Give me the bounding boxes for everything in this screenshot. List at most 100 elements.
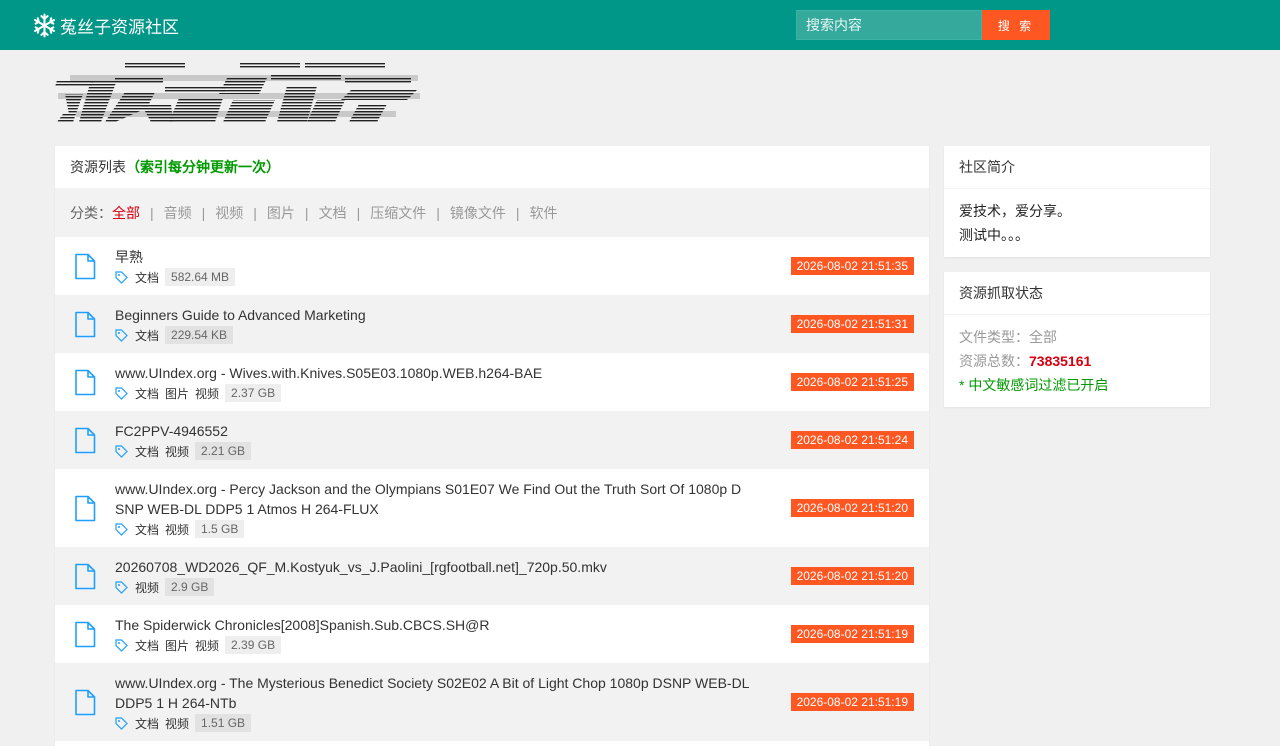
- file-type-tag: 图片: [165, 386, 190, 401]
- resource-title-link[interactable]: FC2PPV-4946552: [115, 421, 749, 441]
- file-type-tag: 文档: [135, 638, 160, 653]
- file-type-tag: 视频: [195, 386, 220, 401]
- file-type-tag: 视频: [135, 580, 160, 595]
- category-all[interactable]: 全部: [112, 203, 140, 223]
- resource-list: 早熟 文档 582.64 MB 2026-08-02 21:51:35 Begi…: [55, 237, 929, 741]
- top-bar: 菟丝子资源社区 搜 索: [0, 0, 1280, 50]
- file-type-tag: 文档: [135, 270, 160, 285]
- resource-list-header: 资源列表（索引每分钟更新一次）: [55, 146, 929, 189]
- intro-line: 测试中。。。: [959, 227, 1029, 243]
- total-count: 73835161: [1029, 353, 1092, 369]
- date-badge: 2026-08-02 21:51:19: [790, 625, 914, 643]
- crawl-status-title: 资源抓取状态: [944, 272, 1210, 315]
- resource-meta: 文档 视频 1.51 GB: [115, 713, 749, 733]
- resource-title-link[interactable]: www.UIndex.org - Wives.with.Knives.S05E0…: [115, 363, 749, 383]
- file-size-badge: 1.51 GB: [195, 714, 252, 732]
- tag-icon: [115, 522, 128, 536]
- resource-meta: 文档 视频 2.21 GB: [115, 441, 749, 461]
- file-icon: [75, 689, 96, 716]
- resource-meta: 文档 582.64 MB: [115, 267, 749, 287]
- site-name: 菟丝子资源社区: [60, 17, 179, 37]
- tag-icon: [115, 716, 128, 730]
- crawl-status-panel: 资源抓取状态 文件类型：全部 资源总数：73835161 * 中文敏感词过滤已开…: [944, 272, 1210, 407]
- resource-meta: 文档 视频 1.5 GB: [115, 519, 749, 539]
- resource-item: 20260708_WD2026_QF_M.Kostyuk_vs_J.Paolin…: [55, 547, 929, 605]
- resource-title-link[interactable]: Beginners Guide to Advanced Marketing: [115, 305, 749, 325]
- total-label: 资源总数：: [959, 353, 1029, 369]
- file-type-label: 文件类型：: [959, 329, 1029, 345]
- resource-title-link[interactable]: The Spiderwick Chronicles[2008]Spanish.S…: [115, 615, 749, 635]
- date-badge: 2026-08-02 21:51:20: [790, 567, 914, 585]
- date-badge: 2026-08-02 21:51:24: [790, 431, 914, 449]
- file-type-tag: 视频: [195, 638, 220, 653]
- file-type-tag: 文档: [135, 522, 160, 537]
- separator: |: [356, 205, 361, 221]
- resource-meta: 文档 图片 视频 2.37 GB: [115, 383, 749, 403]
- resource-item: The Spiderwick Chronicles[2008]Spanish.S…: [55, 605, 929, 663]
- tag-icon: [115, 386, 128, 400]
- file-icon: [75, 369, 96, 396]
- search-input[interactable]: [796, 10, 982, 40]
- resource-item: www.UIndex.org - Percy Jackson and the O…: [55, 469, 929, 547]
- file-type-tag: 文档: [135, 716, 160, 731]
- separator: |: [436, 205, 440, 221]
- community-intro-panel: 社区简介 爱技术，爱分享。 测试中。。。: [944, 146, 1210, 257]
- resource-title-link[interactable]: www.UIndex.org - Percy Jackson and the O…: [115, 479, 749, 519]
- file-type-tag: 文档: [135, 444, 160, 459]
- update-notice: （索引每分钟更新一次）: [126, 159, 280, 175]
- resource-item: FC2PPV-4946552 文档 视频 2.21 GB 2026-08-02 …: [55, 411, 929, 469]
- file-type-value: 全部: [1029, 329, 1057, 345]
- file-type-line: 文件类型：全部: [959, 325, 1195, 349]
- community-intro-body: 爱技术，爱分享。 测试中。。。: [944, 189, 1210, 257]
- resource-title-link[interactable]: 20260708_WD2026_QF_M.Kostyuk_vs_J.Paolin…: [115, 557, 749, 577]
- file-type-tag: 文档: [135, 328, 160, 343]
- resource-item: 早熟 文档 582.64 MB 2026-08-02 21:51:35: [55, 237, 929, 295]
- file-icon: [75, 253, 96, 280]
- site-logo-link[interactable]: 菟丝子资源社区: [32, 12, 179, 38]
- file-icon: [75, 621, 96, 648]
- resource-item: Beginners Guide to Advanced Marketing 文档…: [55, 295, 929, 353]
- file-type-tag: 视频: [165, 522, 190, 537]
- resource-meta: 视频 2.9 GB: [115, 577, 749, 597]
- file-icon: [75, 563, 96, 590]
- date-badge: 2026-08-02 21:51:31: [790, 315, 914, 333]
- file-size-badge: 229.54 KB: [165, 326, 234, 344]
- resource-title-link[interactable]: 早熟: [115, 247, 749, 267]
- category-archive[interactable]: 压缩文件: [370, 203, 426, 223]
- tag-icon: [115, 270, 128, 284]
- file-type-tag: 图片: [165, 638, 190, 653]
- date-badge: 2026-08-02 21:51:20: [790, 499, 914, 517]
- resource-meta: 文档 229.54 KB: [115, 325, 749, 345]
- resource-title-link[interactable]: www.UIndex.org - The Mysterious Benedict…: [115, 673, 749, 713]
- search-button[interactable]: 搜 索: [982, 10, 1050, 40]
- file-size-badge: 582.64 MB: [165, 268, 236, 286]
- file-icon: [75, 427, 96, 454]
- total-line: 资源总数：73835161: [959, 349, 1195, 373]
- resource-item: www.UIndex.org - Wives.with.Knives.S05E0…: [55, 353, 929, 411]
- category-image[interactable]: 图片: [267, 203, 295, 223]
- category-software[interactable]: 软件: [529, 203, 557, 223]
- separator: |: [253, 205, 257, 221]
- category-video[interactable]: 视频: [215, 203, 243, 223]
- file-size-badge: 2.9 GB: [165, 578, 215, 596]
- file-icon: [75, 495, 96, 522]
- separator: |: [304, 205, 309, 221]
- file-size-badge: 2.39 GB: [225, 636, 282, 654]
- site-banner-logo: [55, 63, 420, 122]
- category-audio[interactable]: 音频: [164, 203, 192, 223]
- community-intro-title: 社区简介: [944, 146, 1210, 189]
- separator: |: [201, 205, 206, 221]
- category-document[interactable]: 文档: [319, 203, 347, 223]
- resource-item: www.UIndex.org - The Mysterious Benedict…: [55, 663, 929, 741]
- tag-icon: [115, 328, 128, 342]
- snowflake-icon: [33, 13, 56, 37]
- resource-meta: 文档 图片 视频 2.39 GB: [115, 635, 749, 655]
- resource-list-title: 资源列表: [70, 159, 126, 175]
- category-disk-image[interactable]: 镜像文件: [450, 203, 506, 223]
- date-badge: 2026-08-02 21:51:25: [790, 373, 914, 391]
- filter-note: * 中文敏感词过滤已开启: [959, 377, 1109, 393]
- resource-list-panel: 资源列表（索引每分钟更新一次） 分类： 全部 | 音频 | 视频 | 图片 | …: [55, 146, 929, 746]
- tag-icon: [115, 444, 128, 458]
- file-type-tag: 文档: [135, 386, 160, 401]
- tag-icon: [115, 638, 128, 652]
